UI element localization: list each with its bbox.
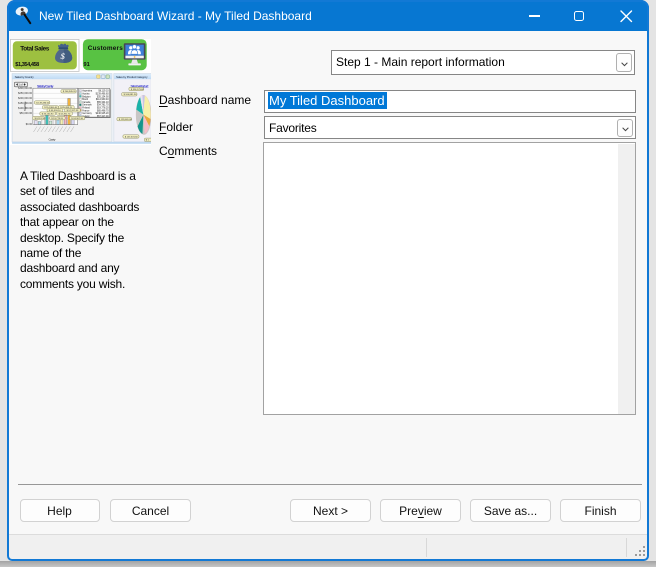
svg-text:$250,000.00: $250,000.00: [18, 92, 33, 95]
svg-text:$246,945.20: $246,945.20: [95, 113, 109, 115]
svg-text:$ 129,061.00: $ 129,061.00: [118, 119, 132, 121]
svg-text:Total Sales: Total Sales: [20, 46, 49, 53]
svg-text:$50,000.00: $50,000.00: [19, 112, 32, 115]
svg-text:France: France: [82, 109, 90, 112]
svg-text:Sales by Country: Sales by Country: [14, 75, 34, 79]
svg-text:Finland: Finland: [82, 108, 90, 110]
svg-text:$34,781.70: $34,781.70: [96, 105, 108, 107]
svg-text:$ 19,778.20: $ 19,778.20: [51, 118, 63, 120]
svg-text:$ 35,134.90: $ 35,134.90: [41, 113, 53, 115]
svg-text:Customers: Customers: [87, 45, 122, 52]
svg-text:$ 8,119.10: $ 8,119.10: [34, 118, 45, 120]
svg-text:91: 91: [83, 62, 89, 68]
svg-text:Sales by Product Category: Sales by Product Category: [116, 75, 148, 79]
svg-text:Denmark: Denmark: [82, 104, 92, 107]
svg-text:$19,778.20: $19,778.20: [96, 108, 108, 110]
svg-text:1 of 4: 1 of 4: [18, 83, 25, 87]
svg-text:$57,317.30: $57,317.30: [96, 116, 108, 118]
svg-text:$55,334.10: $55,334.10: [96, 102, 108, 104]
svg-text:$ 246,945.20: $ 246,945.20: [62, 91, 76, 93]
svg-text:$ 24,307.30: $ 24,307.30: [71, 118, 83, 120]
svg-text:$: $: [59, 51, 65, 61]
svg-text:$85,498.70: $85,498.70: [96, 110, 108, 112]
svg-text:Canada: Canada: [82, 102, 91, 104]
svg-text:Belgium: Belgium: [82, 96, 90, 98]
svg-text:$ 139,496.60: $ 139,496.60: [36, 102, 50, 104]
svg-text:Country: Country: [48, 138, 56, 142]
svg-text:$114,960.40: $114,960.40: [95, 99, 108, 101]
svg-text:Brazil: Brazil: [82, 98, 88, 101]
svg-text:Austria: Austria: [82, 93, 90, 96]
svg-text:$8,119.10: $8,119.10: [98, 91, 109, 93]
svg-text:$0.00: $0.00: [25, 123, 32, 126]
svg-text:$ 164,881.90: $ 164,881.90: [123, 94, 137, 96]
svg-text:Germany: Germany: [82, 112, 92, 115]
svg-text:$ 34,781.70: $ 34,781.70: [58, 113, 70, 115]
svg-text:$1,354,458: $1,354,458: [15, 62, 39, 68]
svg-text:Argentina: Argentina: [82, 90, 93, 93]
svg-text:$ 334,173.60: $ 334,173.60: [130, 89, 144, 91]
svg-text:Total Price: Total Price: [24, 101, 27, 111]
svg-text:$200,000.00: $200,000.00: [18, 97, 33, 100]
svg-text:$139,496.60: $139,496.60: [95, 94, 109, 96]
svg-text:$300,000.00: $300,000.00: [18, 87, 33, 90]
svg-text:$35,134.90: $35,134.90: [96, 96, 108, 98]
svg-text:$ 137,674.60: $ 137,674.60: [124, 136, 138, 138]
